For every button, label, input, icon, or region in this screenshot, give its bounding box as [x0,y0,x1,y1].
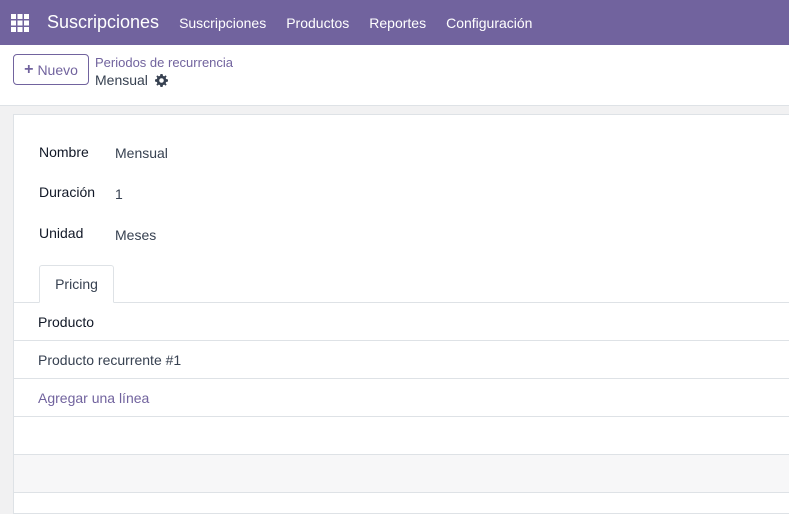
field-value-unidad[interactable]: Meses [115,227,156,243]
record-title: Mensual [95,72,148,88]
column-header-producto[interactable]: Producto [38,314,94,330]
table-row[interactable]: Producto recurrente #1 [14,341,789,379]
table-cell-producto: Producto recurrente #1 [38,352,182,368]
field-label-nombre: Nombre [39,144,89,160]
menu-item-reportes[interactable]: Reportes [369,15,426,31]
tab-pricing-label: Pricing [55,276,98,292]
new-button[interactable]: + Nuevo [13,54,89,85]
add-line-row: Agregar una línea [14,379,789,417]
breadcrumb-parent-link[interactable]: Periodos de recurrencia [95,55,233,70]
field-value-duracion[interactable]: 1 [115,186,123,202]
tab-pricing[interactable]: Pricing [39,265,114,303]
apps-grid-icon[interactable] [11,13,29,32]
field-label-unidad: Unidad [39,225,84,241]
menu-item-configuracion[interactable]: Configuración [446,15,532,31]
gear-icon[interactable] [154,73,168,87]
new-button-label: Nuevo [37,61,78,78]
menu-item-suscripciones[interactable]: Suscripciones [179,15,266,31]
field-label-duracion: Duración [39,184,96,200]
table-header-row: Producto [14,303,789,341]
form-sheet: Nombre Mensual Duración 1 Unidad Meses P… [13,114,789,514]
breadcrumb-current: Mensual [95,72,168,88]
add-line-link[interactable]: Agregar una línea [38,390,149,406]
empty-row [14,417,789,455]
menu-item-productos[interactable]: Productos [286,15,349,31]
field-value-nombre[interactable]: Mensual [115,145,168,161]
empty-row [14,455,789,493]
plus-icon: + [24,60,34,78]
app-name[interactable]: Suscripciones [47,12,159,33]
control-panel: + Nuevo Periodos de recurrencia Mensual [0,45,789,106]
top-navbar: Suscripciones Suscripciones Productos Re… [0,0,789,45]
